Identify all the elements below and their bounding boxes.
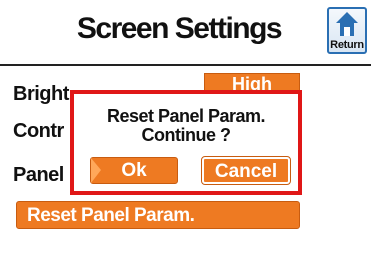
return-label: Return	[330, 39, 364, 51]
brightness-label: Bright	[13, 83, 69, 105]
contrast-label: Contr	[13, 120, 64, 142]
home-icon	[336, 12, 358, 36]
screen-settings-page: Screen Settings Return Bright High Contr…	[0, 0, 371, 275]
cancel-button[interactable]: Cancel	[201, 156, 291, 185]
page-title: Screen Settings	[76, 12, 283, 45]
ok-label: Ok	[121, 160, 147, 181]
reset-panel-param-button[interactable]: Reset Panel Param.	[16, 201, 300, 229]
dialog-message-line2: Continue ?	[141, 125, 231, 145]
confirm-reset-dialog: Reset Panel Param. Continue ? Ok Cancel	[70, 90, 302, 195]
panel-label: Panel	[13, 164, 64, 186]
cancel-label: Cancel	[214, 161, 278, 182]
ok-button[interactable]: Ok	[90, 157, 178, 184]
header-bar: Screen Settings Return	[0, 0, 371, 64]
return-button[interactable]: Return	[327, 7, 367, 54]
reset-panel-param-label: Reset Panel Param.	[27, 205, 195, 226]
dialog-message-line1: Reset Panel Param.	[106, 106, 266, 126]
header-divider	[0, 64, 371, 66]
